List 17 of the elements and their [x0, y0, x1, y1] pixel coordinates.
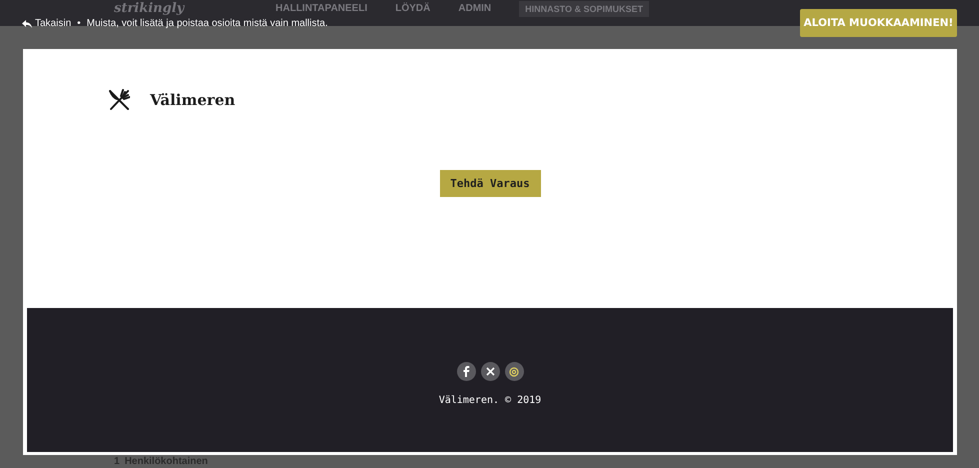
- cutlery-icon: [108, 89, 130, 111]
- x-icon[interactable]: [480, 362, 500, 381]
- nav-item[interactable]: LÖYDÄ: [395, 3, 430, 15]
- start-editing-button[interactable]: ALOITA MUOKKAAMINEN!: [800, 9, 957, 37]
- copyright-text: Välimeren. © 2019: [438, 395, 542, 406]
- logo: strikingly: [114, 1, 184, 17]
- nav-item[interactable]: HALLINTAPANEELI: [276, 3, 368, 15]
- separator-dot: •: [77, 18, 81, 29]
- instagram-icon[interactable]: [504, 362, 524, 381]
- brand-name: Välimeren: [150, 91, 236, 109]
- back-link[interactable]: Takaisin: [22, 18, 72, 29]
- nav-item[interactable]: ADMIN: [458, 3, 492, 15]
- pricing-link[interactable]: HINNASTO & SOPIMUKSET: [519, 1, 649, 17]
- facebook-icon[interactable]: [456, 362, 476, 381]
- hint-text: Muista, voit lisätä ja poistaa osioita mistä vain mallista.: [86, 18, 328, 29]
- reply-arrow-icon: [22, 20, 32, 28]
- reservation-button[interactable]: Tehdä Varaus: [440, 170, 540, 197]
